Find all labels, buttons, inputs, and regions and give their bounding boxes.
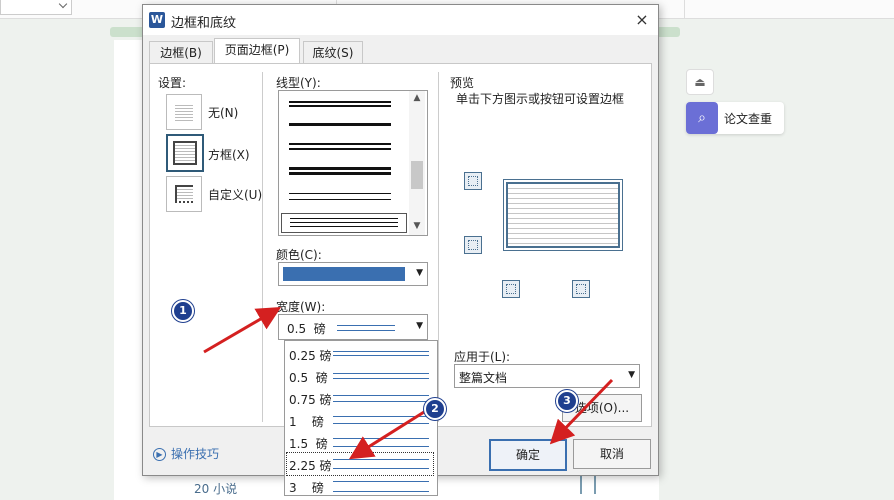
annotation-arrows [203, 306, 614, 460]
step-badge-1: 1 [172, 300, 194, 322]
arrow-1 [203, 306, 282, 354]
step-badge-3: 3 [556, 390, 578, 412]
step-badge-2: 2 [424, 398, 446, 420]
